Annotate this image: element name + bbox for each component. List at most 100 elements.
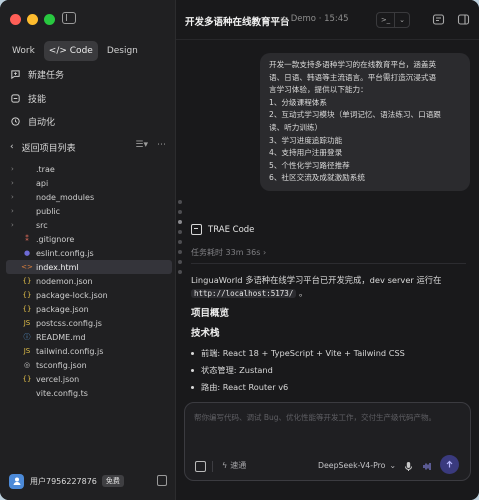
preview-icon[interactable] [432, 13, 445, 26]
user-message-line: 言学习体验，提供以下能力： [269, 85, 368, 95]
chevron-left-icon: ‹ [10, 142, 14, 152]
mode-code[interactable]: </> Code [43, 41, 98, 61]
trae-logo-icon [191, 224, 202, 235]
summary-end: 。 [298, 288, 308, 298]
close-window-button[interactable] [10, 14, 21, 25]
file-name: nodemon.json [36, 276, 93, 286]
minimize-window-button[interactable] [27, 14, 38, 25]
scroll-dot[interactable] [178, 260, 182, 264]
side-panel-icon[interactable] [457, 13, 470, 26]
user-message-line: 2、互动式学习模块（单词记忆、语法练习、口语跟 [269, 110, 441, 120]
username: 用户7956227876 [30, 476, 97, 486]
elapsed-time-text: 任务耗时 33m 36s [191, 248, 261, 257]
scroll-dot[interactable] [178, 210, 182, 214]
app-window: Work </> Code Design 新建任务 技能 自动化 ‹ 返回项目列… [0, 0, 479, 500]
tree-folder[interactable]: › api [6, 176, 172, 190]
file-type-icon: {} [22, 375, 32, 383]
sidebar: Work </> Code Design 新建任务 技能 自动化 ‹ 返回项目列… [0, 0, 176, 500]
elapsed-time[interactable]: 任务耗时 33m 36s › [191, 247, 266, 258]
tree-file[interactable]: ⓘ README.md [6, 330, 172, 344]
nav-skills-label: 技能 [28, 94, 47, 105]
tree-folder[interactable]: › src [6, 218, 172, 232]
back-to-projects-label: 返回项目列表 [21, 143, 76, 154]
tree-file[interactable]: {} nodemon.json [6, 274, 172, 288]
terminal-icon[interactable]: >_ [377, 13, 395, 27]
file-tree: › .trae › api › node_modules › public › src ⁑ .giti… [6, 162, 172, 400]
zoom-window-button[interactable] [44, 14, 55, 25]
file-type-icon: JS [23, 319, 31, 327]
file-type-icon: <> [21, 263, 33, 271]
user-message-line: 1、分级课程体系 [269, 97, 327, 107]
mode-design[interactable]: Design [102, 41, 143, 61]
tree-folder[interactable]: › .trae [6, 162, 172, 176]
attach-icon[interactable] [195, 461, 206, 472]
sort-list-icon[interactable]: ☰▾ [135, 140, 148, 150]
file-name: index.html [36, 262, 79, 272]
scroll-dot[interactable] [178, 270, 182, 274]
stack-value: React Router v6 [222, 382, 289, 392]
model-name: DeepSeek-V4-Pro [318, 461, 386, 470]
scroll-indicator [178, 200, 184, 280]
stack-key: 路由 [201, 382, 218, 392]
stack-item: 路由: React Router v6 [191, 381, 288, 393]
voice-wave-icon[interactable] [422, 461, 433, 472]
chevron-right-icon: › [11, 193, 14, 201]
file-type-icon: ⓘ [23, 333, 31, 341]
scroll-dot[interactable] [178, 250, 182, 254]
task-meta-text: Demo · 15:45 [290, 14, 349, 24]
file-name: eslint.config.js [36, 248, 94, 258]
scroll-dot[interactable] [178, 230, 182, 234]
tree-file[interactable]: <> index.html [6, 260, 172, 274]
tree-file[interactable]: ◎ tsconfig.json [6, 358, 172, 372]
file-name: package-lock.json [36, 290, 108, 300]
file-type-icon: ⁑ [25, 235, 29, 243]
book-icon[interactable] [157, 475, 167, 486]
automation-icon [11, 116, 20, 126]
mode-work[interactable]: Work [7, 41, 40, 61]
file-name: node_modules [36, 192, 95, 202]
back-to-projects[interactable]: ‹ 返回项目列表 ☰▾ ⋯ [10, 140, 170, 154]
tree-folder[interactable]: › node_modules [6, 190, 172, 204]
mode-switcher: Work </> Code Design [7, 41, 143, 61]
scroll-dot[interactable] [178, 200, 182, 204]
tree-file[interactable]: {} package.json [6, 302, 172, 316]
tree-file[interactable]: {} vercel.json [6, 372, 172, 386]
user-message-bubble: 开发一款支持多语种学习的在线教育平台，涵盖英 语、日语、韩语等主流语言。平台需打造… [260, 53, 470, 191]
arrow-up-icon [446, 460, 453, 468]
file-name: tailwind.config.js [36, 346, 104, 356]
tree-file[interactable]: ● eslint.config.js [6, 246, 172, 260]
divider [212, 461, 213, 472]
tree-file[interactable]: ⁑ .gitignore [6, 232, 172, 246]
tree-file[interactable]: JS postcss.config.js [6, 316, 172, 330]
more-options-icon[interactable]: ⋯ [157, 140, 166, 150]
nav-skills[interactable]: 技能 [10, 90, 46, 106]
tree-file[interactable]: vite.config.ts [6, 386, 172, 400]
chevron-right-icon: › [11, 207, 14, 215]
nav-new-task[interactable]: 新建任务 [10, 66, 64, 82]
user-message-line: 6、社区交流及成就激励系统 [269, 173, 365, 183]
scroll-dot-active[interactable] [178, 220, 182, 224]
user-message-line: 4、支持用户注册登录 [269, 148, 343, 158]
tree-folder[interactable]: › public [6, 204, 172, 218]
nav-automation-label: 自动化 [28, 117, 56, 128]
scroll-dot[interactable] [178, 240, 182, 244]
model-selector[interactable]: DeepSeek-V4-Pro ⌄ [318, 461, 396, 470]
send-button[interactable] [440, 455, 459, 474]
quick-mode-toggle[interactable]: ϟ 速通 [222, 460, 246, 471]
chat-input-placeholder[interactable]: 帮你编写代码、调试 Bug、优化性能等开发工作，交付生产级代码产物。 [194, 412, 436, 423]
file-name: package.json [36, 304, 89, 314]
nav-new-task-label: 新建任务 [28, 70, 65, 81]
file-name: api [36, 178, 49, 188]
user-account[interactable]: 用户7956227876 免费 [9, 473, 169, 489]
nav-automation[interactable]: 自动化 [10, 113, 55, 129]
tree-file[interactable]: JS tailwind.config.js [6, 344, 172, 358]
chevron-down-icon[interactable]: ⌄ [395, 16, 409, 24]
skill-icon [11, 93, 20, 103]
microphone-icon[interactable] [403, 461, 414, 472]
sidebar-toggle-icon[interactable] [62, 12, 76, 24]
chat-input[interactable]: 帮你编写代码、调试 Bug、优化性能等开发工作，交付生产级代码产物。 ϟ 速通 … [184, 402, 471, 481]
file-type-icon: {} [22, 277, 32, 285]
server-url[interactable]: http://localhost:5173/ [191, 289, 297, 298]
folder-icon: ▭ [280, 14, 291, 24]
tree-file[interactable]: {} package-lock.json [6, 288, 172, 302]
